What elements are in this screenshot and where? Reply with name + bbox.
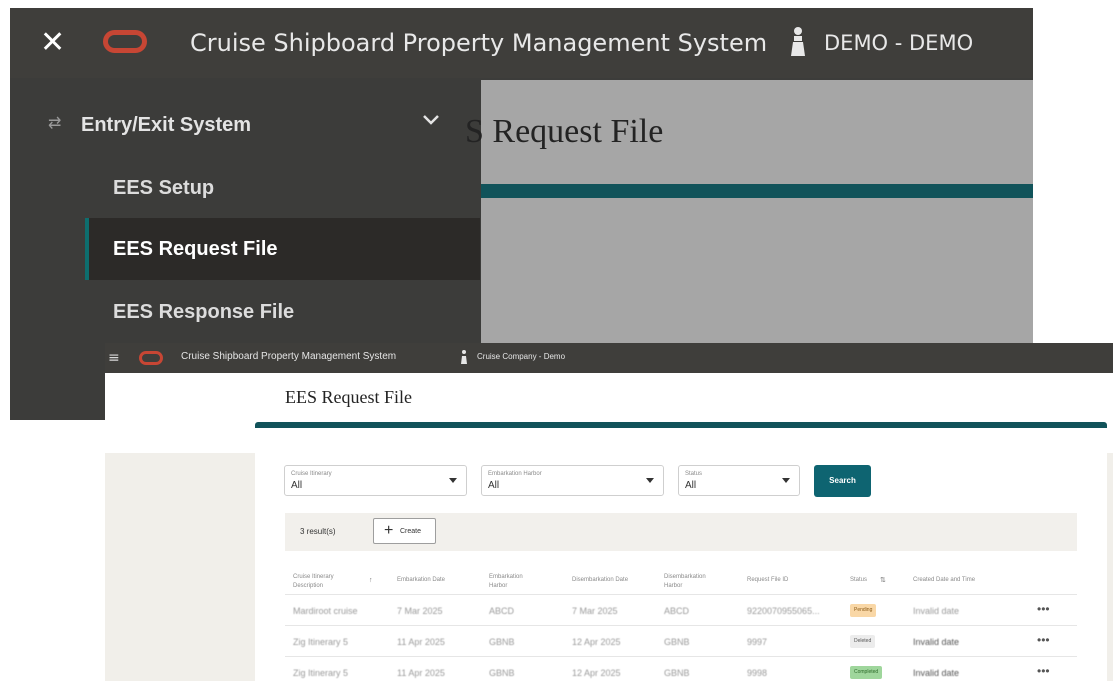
cell-embarkation-harbor: GBNB	[489, 637, 515, 647]
more-options-icon[interactable]: •••	[1037, 665, 1050, 677]
sidebar-item-label: EES Response File	[113, 301, 295, 323]
select-value: All	[685, 480, 697, 491]
caret-down-icon	[782, 478, 790, 483]
nav-group-entry-exit[interactable]: ⇄ Entry/Exit System	[10, 108, 480, 144]
app-title: Cruise Shipboard Property Management Sys…	[190, 29, 768, 57]
sidebar-item-ees-setup[interactable]: EES Setup	[85, 157, 480, 219]
swap-arrows-icon: ⇄	[48, 115, 62, 132]
page-title: EES Request File	[285, 387, 412, 407]
sort-icon[interactable]: ⇅	[880, 576, 886, 585]
select-label: Cruise Itinerary	[291, 471, 332, 477]
foreground-window: ≡ Cruise Shipboard Property Management S…	[105, 343, 1113, 681]
nav-group-label: Entry/Exit System	[81, 114, 252, 136]
oracle-logo-icon	[103, 30, 147, 53]
user-label[interactable]: DEMO - DEMO	[824, 28, 973, 58]
cell-disembarkation-date: 7 Mar 2025	[572, 606, 618, 616]
more-options-icon[interactable]: •••	[1037, 603, 1050, 615]
cell-itinerary: Zig Itinerary 5	[293, 668, 349, 678]
cell-embarkation-harbor: ABCD	[489, 606, 515, 616]
cruise-itinerary-select[interactable]: Cruise Itinerary All	[284, 465, 467, 496]
active-indicator	[85, 218, 89, 280]
table-row[interactable]: Zig Itinerary 5 11 Apr 2025 GBNB 12 Apr …	[285, 656, 1077, 681]
column-header-itinerary[interactable]: Cruise Itinerary Description	[293, 573, 334, 591]
column-header-status[interactable]: Status	[850, 576, 867, 585]
cell-disembarkation-harbor: GBNB	[664, 637, 690, 647]
search-button[interactable]: Search	[814, 465, 871, 497]
sidebar-item-ees-request-file[interactable]: EES Request File	[85, 218, 480, 280]
request-file-card: Cruise Itinerary All Embarkation Harbor …	[255, 422, 1107, 681]
cell-embarkation-date: 11 Apr 2025	[397, 668, 445, 678]
select-label: Embarkation Harbor	[488, 471, 542, 477]
sort-icon[interactable]: ↑	[369, 576, 373, 585]
embarkation-harbor-select[interactable]: Embarkation Harbor All	[481, 465, 664, 496]
app-title: Cruise Shipboard Property Management Sys…	[181, 351, 397, 362]
cell-created: Invalid date	[913, 637, 960, 647]
create-button[interactable]: + Create	[373, 518, 436, 544]
close-icon[interactable]: ✕	[40, 26, 65, 60]
cell-request-file-id: 9998	[747, 668, 768, 678]
user-label[interactable]: Cruise Company - Demo	[477, 350, 565, 364]
chevron-down-icon[interactable]	[422, 114, 440, 126]
results-count: 3 result(s)	[300, 527, 336, 536]
cell-disembarkation-date: 12 Apr 2025	[572, 637, 621, 647]
table-row[interactable]: Mardiroot cruise 7 Mar 2025 ABCD 7 Mar 2…	[285, 594, 1077, 626]
app-header: ≡ Cruise Shipboard Property Management S…	[105, 343, 1113, 373]
sidebar-item-ees-response-file[interactable]: EES Response File	[85, 281, 480, 343]
select-value: All	[488, 480, 500, 491]
status-select[interactable]: Status All	[678, 465, 800, 496]
select-value: All	[291, 480, 303, 491]
cell-embarkation-date: 11 Apr 2025	[397, 637, 445, 647]
teal-band	[481, 184, 1033, 198]
cell-embarkation-date: 7 Mar 2025	[397, 606, 443, 616]
create-button-label: Create	[400, 528, 422, 535]
cell-itinerary: Zig Itinerary 5	[293, 637, 349, 647]
sidebar-item-label: EES Request File	[113, 238, 278, 260]
results-toolbar: 3 result(s) + Create	[285, 513, 1077, 551]
column-header-created[interactable]: Created Date and Time	[913, 576, 975, 585]
user-icon	[461, 350, 467, 364]
cell-itinerary: Mardiroot cruise	[293, 606, 358, 616]
cell-request-file-id: 9220070955065...	[747, 606, 820, 616]
caret-down-icon	[449, 478, 457, 483]
page-title: S Request File	[465, 113, 664, 150]
cell-created: Invalid date	[913, 606, 960, 616]
cell-created: Invalid date	[913, 668, 960, 678]
column-header-embarkation-date[interactable]: Embarkation Date	[397, 576, 445, 585]
column-header-disembarkation-date[interactable]: Disembarkation Date	[572, 576, 628, 585]
table-row[interactable]: Zig Itinerary 5 11 Apr 2025 GBNB 12 Apr …	[285, 625, 1077, 657]
caret-down-icon	[646, 478, 654, 483]
cell-disembarkation-date: 12 Apr 2025	[572, 668, 621, 678]
select-label: Status	[685, 471, 703, 477]
column-header-embarkation-harbor[interactable]: Embarkation Harbor	[489, 573, 523, 591]
more-options-icon[interactable]: •••	[1037, 634, 1050, 646]
plus-icon: +	[384, 522, 394, 539]
cell-disembarkation-harbor: ABCD	[664, 606, 690, 616]
hamburger-icon[interactable]: ≡	[108, 348, 120, 368]
cell-embarkation-harbor: GBNB	[489, 668, 515, 678]
status-badge: Pending	[850, 604, 877, 617]
cell-request-file-id: 9997	[747, 637, 768, 647]
sidebar-item-label: EES Setup	[113, 177, 215, 199]
status-badge: Deleted	[850, 635, 876, 648]
column-header-request-file-id[interactable]: Request File ID	[747, 576, 788, 585]
oracle-logo-icon	[139, 351, 163, 365]
status-badge: Completed	[850, 666, 883, 679]
user-icon	[791, 27, 805, 56]
column-header-disembarkation-harbor[interactable]: Disembarkation Harbor	[664, 573, 706, 591]
app-header: ✕ Cruise Shipboard Property Management S…	[10, 8, 1033, 78]
cell-disembarkation-harbor: GBNB	[664, 668, 690, 678]
